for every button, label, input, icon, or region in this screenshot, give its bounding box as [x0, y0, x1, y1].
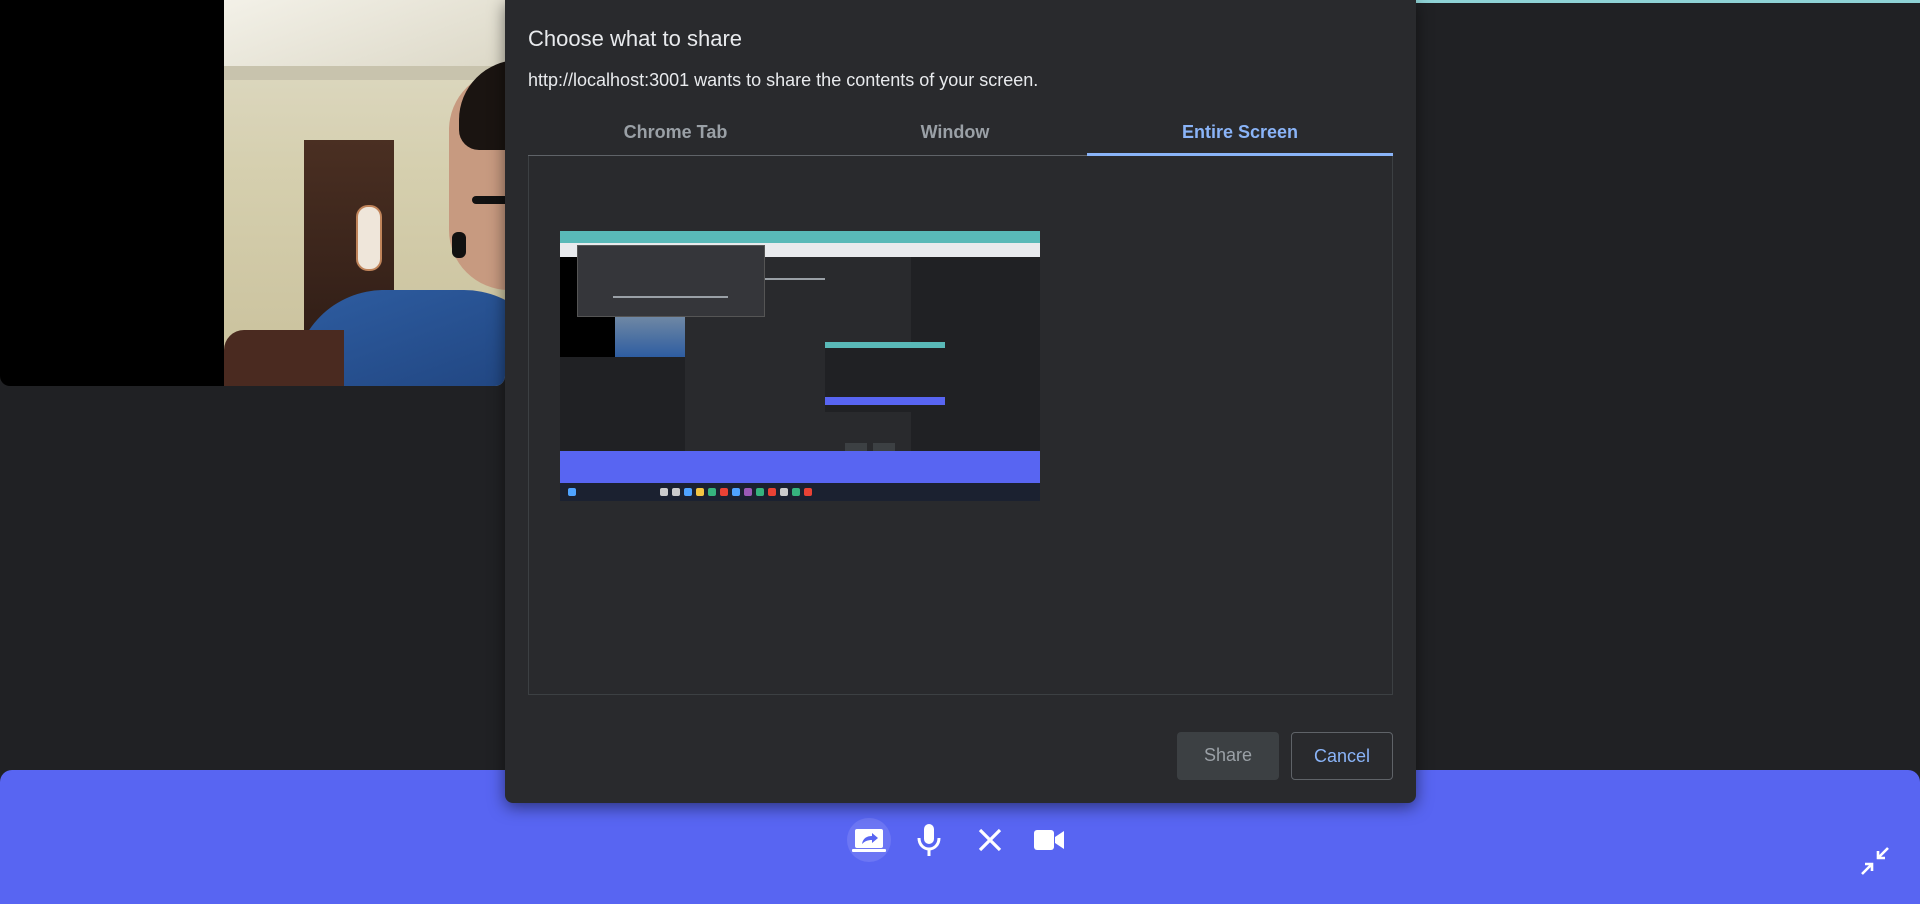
close-icon — [978, 828, 1002, 852]
screen-share-button[interactable] — [847, 818, 891, 862]
minimize-icon[interactable] — [1860, 846, 1890, 876]
microphone-button[interactable] — [907, 818, 951, 862]
tab-chrome-tab[interactable]: Chrome Tab — [528, 118, 823, 156]
cancel-button[interactable]: Cancel — [1291, 732, 1393, 780]
share-source-tabs: Chrome Tab Window Entire Screen — [528, 118, 1393, 156]
tab-window[interactable]: Window — [823, 118, 1087, 156]
entire-screen-thumbnail[interactable] — [560, 231, 1040, 501]
camera-button[interactable] — [1027, 818, 1071, 862]
dialog-subtitle: http://localhost:3001 wants to share the… — [528, 70, 1039, 90]
screen-share-icon — [852, 829, 886, 852]
webcam-feed — [224, 0, 505, 386]
video-camera-icon — [1034, 830, 1064, 850]
end-call-button[interactable] — [968, 818, 1012, 862]
dialog-title: Choose what to share — [528, 26, 743, 51]
local-video-tile — [0, 0, 505, 386]
share-picker-dialog: Choose what to share http://localhost:30… — [505, 0, 1416, 803]
tab-entire-screen[interactable]: Entire Screen — [1087, 118, 1393, 156]
share-source-panel — [528, 156, 1393, 695]
share-button[interactable]: Share — [1177, 732, 1279, 780]
microphone-icon — [917, 824, 941, 856]
